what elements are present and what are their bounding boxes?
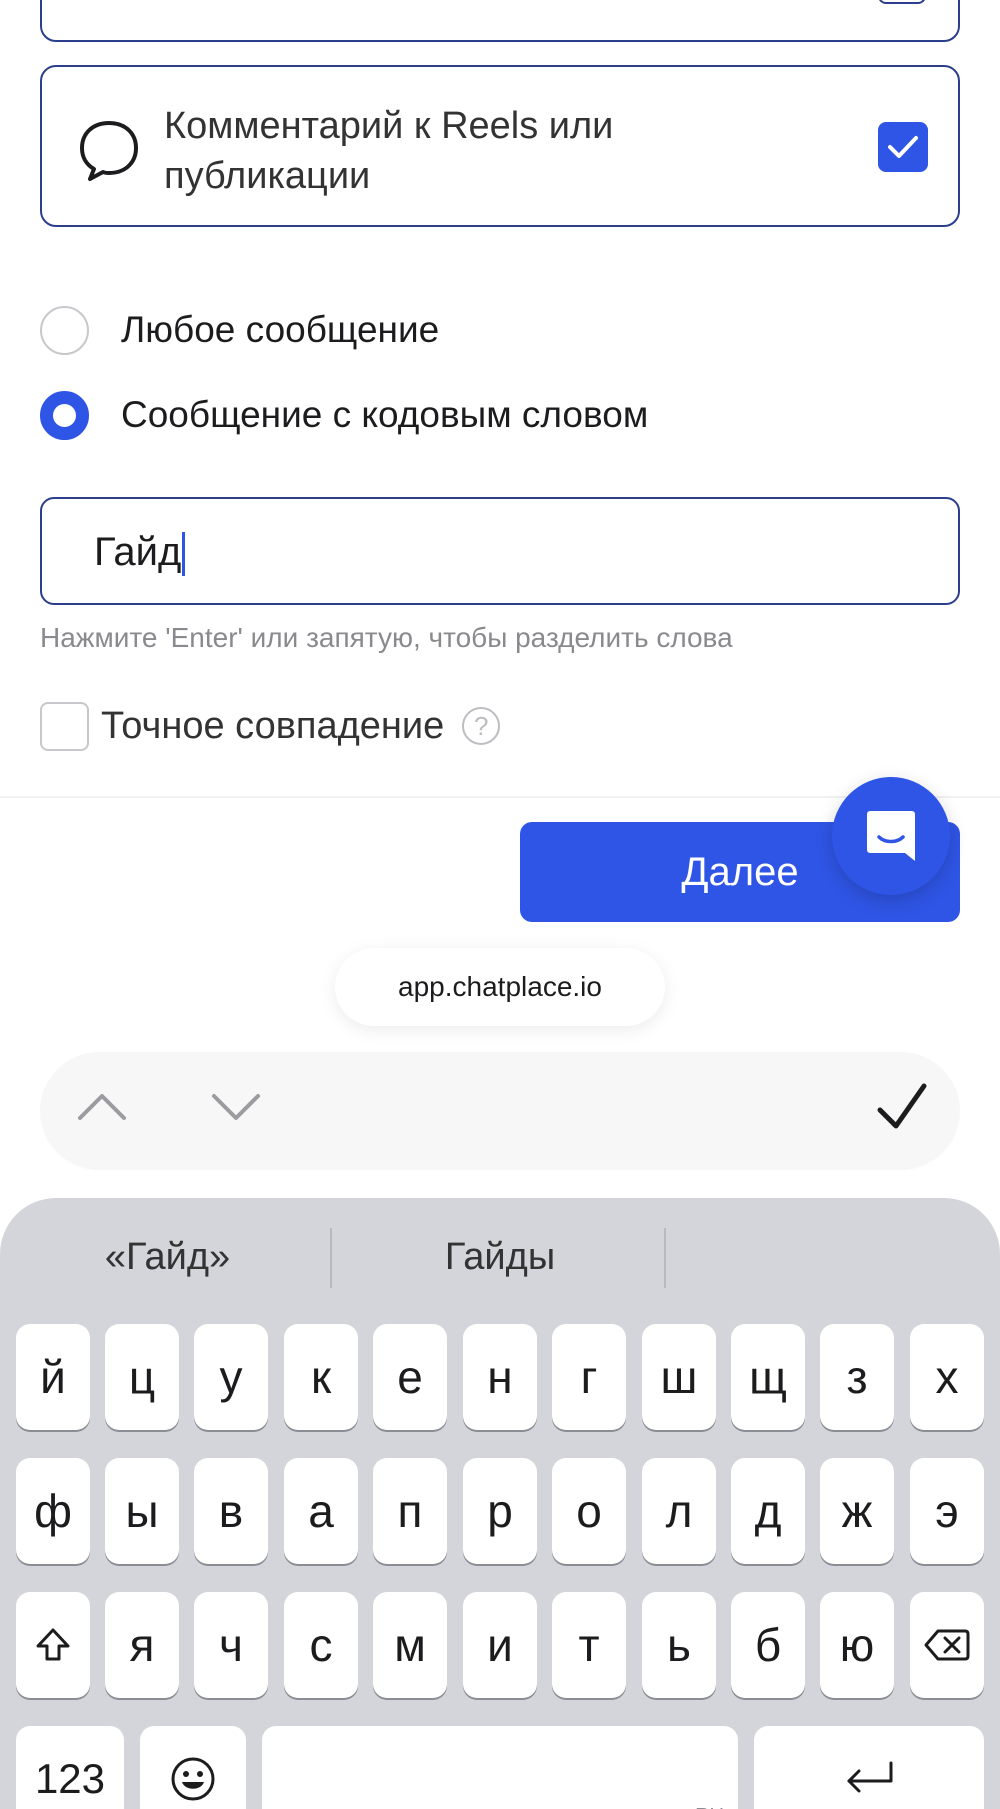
trigger-card-partial[interactable] xyxy=(40,0,960,42)
key[interactable]: с xyxy=(284,1592,358,1698)
chat-support-button[interactable] xyxy=(832,777,950,895)
done-checkmark-icon[interactable] xyxy=(874,1080,930,1136)
chevron-up-icon[interactable] xyxy=(76,1090,128,1124)
key[interactable]: ц xyxy=(105,1324,179,1430)
key[interactable]: ш xyxy=(642,1324,716,1430)
key[interactable]: п xyxy=(373,1458,447,1564)
key[interactable]: б xyxy=(731,1592,805,1698)
suggestion-separator xyxy=(330,1228,332,1288)
suggestion-1[interactable]: «Гайд» xyxy=(60,1236,275,1286)
radio-keyword-message-label: Сообщение с кодовым словом xyxy=(121,394,649,435)
key[interactable]: е xyxy=(373,1324,447,1430)
key[interactable]: э xyxy=(910,1458,984,1564)
key[interactable]: т xyxy=(552,1592,626,1698)
backspace-icon xyxy=(924,1629,970,1661)
suggestion-3[interactable] xyxy=(690,1236,930,1286)
chevron-down-icon[interactable] xyxy=(210,1090,262,1124)
key[interactable]: в xyxy=(194,1458,268,1564)
key[interactable]: х xyxy=(910,1324,984,1430)
key[interactable]: ж xyxy=(820,1458,894,1564)
keyword-input-value: Гайд xyxy=(94,530,182,574)
radio-any-message[interactable]: Любое сообщение xyxy=(40,300,439,360)
key[interactable]: г xyxy=(552,1324,626,1430)
key[interactable]: у xyxy=(194,1324,268,1430)
key[interactable]: ф xyxy=(16,1458,90,1564)
key[interactable]: л xyxy=(642,1458,716,1564)
exact-match-label: Точное совпадение xyxy=(101,704,445,747)
backspace-key[interactable] xyxy=(910,1592,984,1698)
exact-match-checkbox[interactable] xyxy=(40,701,89,751)
key[interactable]: ю xyxy=(820,1592,894,1698)
numbers-key[interactable]: 123 xyxy=(16,1726,124,1809)
radio-keyword-message-button[interactable] xyxy=(40,390,89,440)
reels-comment-checkbox[interactable] xyxy=(878,122,928,172)
key[interactable]: ь xyxy=(642,1592,716,1698)
check-icon xyxy=(888,136,918,158)
exact-match-row[interactable]: Точное совпадение ? xyxy=(40,700,501,752)
keyword-input[interactable]: Гайд xyxy=(40,497,960,605)
key[interactable]: ы xyxy=(105,1458,179,1564)
help-icon[interactable]: ? xyxy=(462,707,501,745)
key[interactable]: ч xyxy=(194,1592,268,1698)
radio-any-message-label: Любое сообщение xyxy=(121,309,440,350)
keyboard: «Гайд» Гайды й ц у к е н г ш щ з х ф ы в… xyxy=(0,1198,1000,1809)
key[interactable]: з xyxy=(820,1324,894,1430)
return-key[interactable] xyxy=(754,1726,984,1809)
key[interactable]: а xyxy=(284,1458,358,1564)
suggestion-2[interactable]: Гайды xyxy=(390,1236,610,1286)
key[interactable]: й xyxy=(16,1324,90,1430)
chat-icon xyxy=(867,811,915,861)
text-caret xyxy=(182,532,186,577)
emoji-key[interactable] xyxy=(140,1726,246,1809)
checkbox-partial[interactable] xyxy=(878,0,926,4)
key[interactable]: я xyxy=(105,1592,179,1698)
radio-any-message-button[interactable] xyxy=(40,305,89,355)
space-language-label: RU xyxy=(695,1805,724,1809)
key[interactable]: р xyxy=(463,1458,537,1564)
return-icon xyxy=(847,1761,893,1793)
keyboard-accessory-bar xyxy=(40,1052,960,1170)
key[interactable]: м xyxy=(373,1592,447,1698)
key[interactable]: н xyxy=(463,1324,537,1430)
shift-key[interactable] xyxy=(16,1592,90,1698)
key[interactable]: и xyxy=(463,1592,537,1698)
keyword-hint: Нажмите 'Enter' или запятую, чтобы разде… xyxy=(40,622,733,653)
key[interactable]: щ xyxy=(731,1324,805,1430)
key[interactable]: д xyxy=(731,1458,805,1564)
key[interactable]: к xyxy=(284,1324,358,1430)
suggestion-separator xyxy=(664,1228,666,1288)
radio-keyword-message[interactable]: Сообщение с кодовым словом xyxy=(40,385,648,445)
key[interactable]: о xyxy=(552,1458,626,1564)
shift-icon xyxy=(36,1628,70,1661)
browser-url-pill[interactable]: app.chatplace.io xyxy=(335,948,665,1026)
space-key[interactable]: RU xyxy=(262,1726,738,1809)
comment-bubble-icon xyxy=(80,121,138,181)
emoji-icon xyxy=(171,1757,215,1801)
trigger-card-reels-comment[interactable]: Комментарий к Reels или публикации xyxy=(40,65,960,227)
reels-comment-label: Комментарий к Reels или публикации xyxy=(164,105,614,197)
